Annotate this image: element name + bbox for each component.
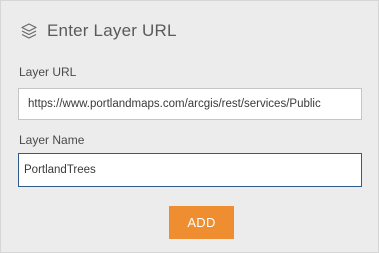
layer-url-label: Layer URL bbox=[19, 65, 77, 79]
panel-title: Enter Layer URL bbox=[47, 21, 177, 40]
add-layer-panel: Enter Layer URL Layer URL Layer Name ADD bbox=[0, 0, 379, 253]
add-button[interactable]: ADD bbox=[169, 206, 234, 239]
panel-header: Enter Layer URL bbox=[19, 18, 177, 44]
layers-icon bbox=[19, 21, 39, 41]
layer-name-input[interactable] bbox=[18, 153, 362, 187]
layer-name-label: Layer Name bbox=[19, 133, 85, 147]
layer-url-input[interactable] bbox=[18, 88, 362, 120]
